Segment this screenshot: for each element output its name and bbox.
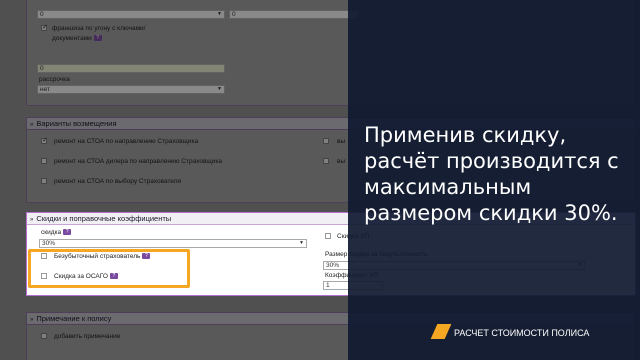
franchise-checkbox[interactable] [41,23,48,31]
compensation-title: Варианты возмещения [36,119,117,128]
collapse-chevron-icon: » [30,317,34,323]
installment-label: рассрочка [39,76,70,83]
chevron-down-icon: ▼ [217,11,222,17]
chevron-down-icon: ▼ [217,86,222,92]
top-right-select-value: 0 [232,11,236,18]
compensation-option-2-checkbox[interactable] [41,158,47,164]
franchise-label-line1: франшиза по угону с ключами/ [52,25,146,32]
amount-input[interactable]: 0 [37,64,225,73]
info-overlay: Применив скидку, расчёт производится с м… [348,0,640,360]
compensation-option-1-label: ремонт на СТОА по направлению Страховщик… [54,138,199,145]
compensation-option-3-label: ремонт на СТОА по выбору Страхователя [54,178,182,185]
help-icon[interactable]: ? [63,229,72,236]
collapse-chevron-icon: » [30,217,34,223]
compensation-option-1-checkbox[interactable] [41,136,48,144]
max-size-select-value: 30% [326,262,340,269]
franchise-label-line2: документами [52,35,92,42]
franchise-label-line2-wrap: документами? [52,35,102,42]
add-note-label: добавить примечание [54,333,121,340]
note-title: Примечание к полису [36,314,112,323]
installment-select[interactable]: нет ▼ [37,85,225,94]
discount-label: скидка [41,229,62,236]
overlay-footer: РАСЧЕТ СТОИМОСТИ ПОЛИСА [454,328,590,338]
add-note-checkbox[interactable] [41,333,47,339]
compensation-right-option-2-checkbox[interactable] [323,158,329,164]
help-icon[interactable]: ? [93,35,102,42]
compensation-right-option-1-checkbox[interactable] [323,138,329,144]
discount-select-value: 30% [42,240,56,247]
compensation-option-2-label: ремонт на СТОА дилера по направлению Стр… [54,158,223,165]
discount-label-wrap: скидка? [41,229,72,236]
top-right-select[interactable]: 0 [229,10,359,19]
discount-select[interactable]: 30% ▼ [39,239,307,248]
collapse-chevron-icon: » [30,122,34,128]
up-discount-checkbox[interactable] [325,233,331,239]
compensation-right-option-2-label: вы [337,158,346,165]
compensation-option-3-checkbox[interactable] [41,178,47,184]
discounts-title: Скидки и поправочные коэффициенты [36,214,172,223]
accent-stripe [430,324,452,339]
top-left-select[interactable]: 0 ▼ [37,10,225,19]
highlight-frame [28,249,190,288]
installment-select-value: нет [40,86,50,93]
compensation-right-option-1-label: вы [337,138,346,145]
chevron-down-icon: ▼ [299,240,304,246]
overlay-message: Применив скидку, расчёт производится с м… [364,123,619,225]
top-left-select-value: 0 [40,11,44,18]
